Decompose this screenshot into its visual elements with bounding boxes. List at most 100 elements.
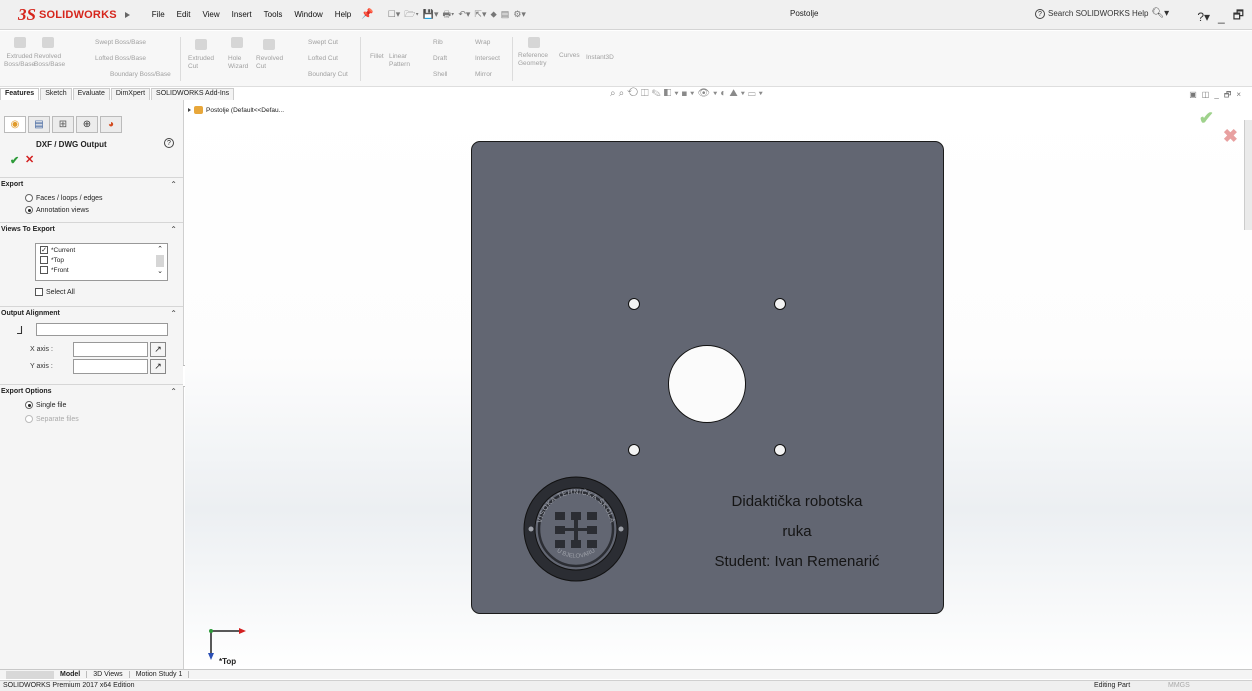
pin-menu-icon[interactable]: 📌	[361, 9, 373, 20]
menu-tools[interactable]: Tools	[258, 10, 289, 19]
menu-help[interactable]: Help	[329, 10, 357, 19]
instant3d-button[interactable]: Instant3D	[586, 54, 614, 62]
draft-button[interactable]: Draft	[433, 55, 447, 63]
collapse-icon[interactable]: ⌃	[170, 387, 177, 396]
checkbox[interactable]	[40, 266, 48, 274]
minimize-icon[interactable]: _	[1218, 10, 1225, 24]
swept-boss-button[interactable]: Swept Boss/Base	[95, 39, 146, 47]
tab-3d-views[interactable]: 3D Views	[87, 671, 130, 678]
mirror-button[interactable]: Mirror	[475, 71, 492, 79]
y-axis-reverse-direction-icon[interactable]: ↗	[150, 359, 166, 374]
tree-root-label[interactable]: Postolje (Default<<Defau...	[206, 107, 284, 114]
radio-faces-loops-edges[interactable]: Faces / loops / edges	[25, 194, 103, 202]
tab-dimxpert[interactable]: DimXpert	[110, 88, 151, 100]
reference-geometry-button[interactable]: Reference Geometry	[518, 52, 548, 68]
section-view-icon[interactable]: ◫	[641, 88, 652, 99]
collapse-icon[interactable]: ⌃	[170, 180, 177, 189]
tab-scroll-buttons[interactable]	[6, 670, 54, 679]
scroll-up-icon[interactable]: ⌃	[155, 246, 165, 254]
display-manager-icon[interactable]: ◕	[100, 116, 122, 133]
menu-window[interactable]: Window	[288, 10, 328, 19]
views-to-export-section-header[interactable]: Views To Export ⌃	[0, 222, 183, 236]
radio-button-icon[interactable]	[25, 206, 33, 214]
unit-system-selector[interactable]: MMGS	[1168, 682, 1190, 689]
output-alignment-section-header[interactable]: Output Alignment ⌃	[0, 306, 183, 320]
solidworks-logo[interactable]: 3S SOLIDWORKS	[12, 2, 136, 28]
logo-flyout-arrow-icon[interactable]	[124, 11, 130, 18]
wrap-button[interactable]: Wrap	[475, 39, 490, 47]
curves-button[interactable]: Curves	[559, 52, 580, 60]
previous-view-icon[interactable]: ⟲	[627, 88, 641, 99]
radio-button-icon[interactable]	[25, 401, 33, 409]
checkbox[interactable]	[40, 256, 48, 264]
swept-cut-button[interactable]: Swept Cut	[308, 39, 338, 47]
search-icon[interactable]: 🔍︎▾	[1151, 8, 1169, 19]
ok-button[interactable]: ✔	[10, 154, 19, 167]
lofted-boss-button[interactable]: Lofted Boss/Base	[95, 55, 146, 63]
select-icon[interactable]: ⇱▾	[474, 9, 486, 20]
menu-view[interactable]: View	[196, 10, 225, 19]
help-menu-icon[interactable]: ?▾	[1197, 10, 1210, 24]
y-axis-field[interactable]	[73, 359, 148, 374]
boundary-cut-button[interactable]: Boundary Cut	[308, 71, 348, 79]
edit-appearance-icon[interactable]: ◐	[720, 88, 729, 99]
radio-button-icon[interactable]	[25, 194, 33, 202]
scene-icon[interactable]: ⛰▾	[729, 88, 748, 99]
export-section-header[interactable]: Export ⌃	[0, 177, 183, 191]
collapse-icon[interactable]: ⌃	[170, 225, 177, 234]
tab-model[interactable]: Model	[54, 671, 88, 678]
feature-manager-icon[interactable]: ◉	[4, 116, 26, 133]
confirmation-cancel-icon[interactable]: ✖	[1223, 126, 1238, 147]
confirmation-ok-icon[interactable]: ✔	[1199, 108, 1214, 129]
extruded-cut-button[interactable]: Extruded Cut	[188, 55, 214, 71]
boundary-boss-button[interactable]: Boundary Boss/Base	[110, 71, 171, 79]
help-search[interactable]: ? Search SOLIDWORKS Help 🔍︎▾	[1035, 8, 1169, 19]
views-list[interactable]: ✓ *Current *Top *Front ⌃ ⌄	[35, 243, 168, 281]
dynamic-annotation-icon[interactable]: ✎	[652, 88, 664, 99]
cancel-button[interactable]: ✕	[25, 153, 34, 166]
linear-pattern-button[interactable]: Linear Pattern	[389, 53, 410, 69]
menu-file[interactable]: File	[146, 10, 171, 19]
tab-features[interactable]: Features	[0, 88, 40, 100]
print-icon[interactable]: 🖶▾	[443, 7, 455, 23]
tile-icon[interactable]: ▣	[1189, 90, 1202, 99]
export-options-section-header[interactable]: Export Options ⌃	[0, 384, 183, 398]
view-orientation-icon[interactable]: ◧▾	[664, 88, 682, 99]
open-document-icon[interactable]: 🗁▾	[404, 7, 419, 23]
menu-edit[interactable]: Edit	[171, 10, 197, 19]
help-icon[interactable]: ?	[164, 138, 174, 148]
lofted-cut-button[interactable]: Lofted Cut	[308, 55, 338, 63]
undo-icon[interactable]: ↶▾	[458, 9, 470, 20]
intersect-button[interactable]: Intersect	[475, 55, 500, 63]
save-icon[interactable]: 💾▾	[423, 9, 439, 20]
heads-up-view-toolbar[interactable]: ⌕⌕⟲◫✎◧▾◼▾👁▾◐⛰▾▭▾	[610, 88, 766, 99]
zoom-to-fit-icon[interactable]: ⌕	[610, 88, 619, 99]
rebuild-icon[interactable]: ⬥	[490, 9, 496, 20]
scroll-thumb[interactable]	[156, 255, 164, 267]
tab-motion-study[interactable]: Motion Study 1	[130, 671, 190, 678]
origin-selection-field[interactable]	[36, 323, 168, 336]
x-axis-field[interactable]	[73, 342, 148, 357]
file-properties-icon[interactable]: ▤	[501, 9, 510, 20]
zoom-area-icon[interactable]: ⌕	[619, 88, 628, 99]
tab-sketch[interactable]: Sketch	[40, 88, 72, 100]
dimxpert-manager-icon[interactable]: ⊕	[76, 116, 98, 133]
configuration-manager-icon[interactable]: ⊞	[52, 116, 74, 133]
scroll-down-icon[interactable]: ⌄	[155, 268, 165, 276]
doc-minimize-icon[interactable]: _	[1214, 90, 1223, 99]
list-item[interactable]: ✓ *Current	[40, 246, 75, 254]
revolved-cut-button[interactable]: Revolved Cut	[256, 55, 283, 71]
radio-single-file[interactable]: Single file	[25, 401, 66, 409]
shell-button[interactable]: Shell	[433, 71, 447, 79]
extruded-boss-button[interactable]: Extruded Boss/Base	[4, 53, 35, 69]
new-document-icon[interactable]: ☐▾	[388, 9, 401, 20]
list-scrollbar[interactable]: ⌃ ⌄	[155, 246, 165, 278]
list-item[interactable]: *Front	[40, 266, 69, 274]
task-pane-tabs[interactable]	[1244, 120, 1252, 230]
graphics-area[interactable]: Postolje (Default<<Defau... ⌕⌕⟲◫✎◧▾◼▾👁▾◐…	[185, 88, 1252, 669]
restore-icon[interactable]: 🗗	[1233, 6, 1244, 27]
checkbox[interactable]: ✓	[40, 246, 48, 254]
radio-button-icon[interactable]	[25, 415, 33, 423]
x-axis-reverse-direction-icon[interactable]: ↗	[150, 342, 166, 357]
view-settings-icon[interactable]: ▭▾	[748, 88, 766, 99]
